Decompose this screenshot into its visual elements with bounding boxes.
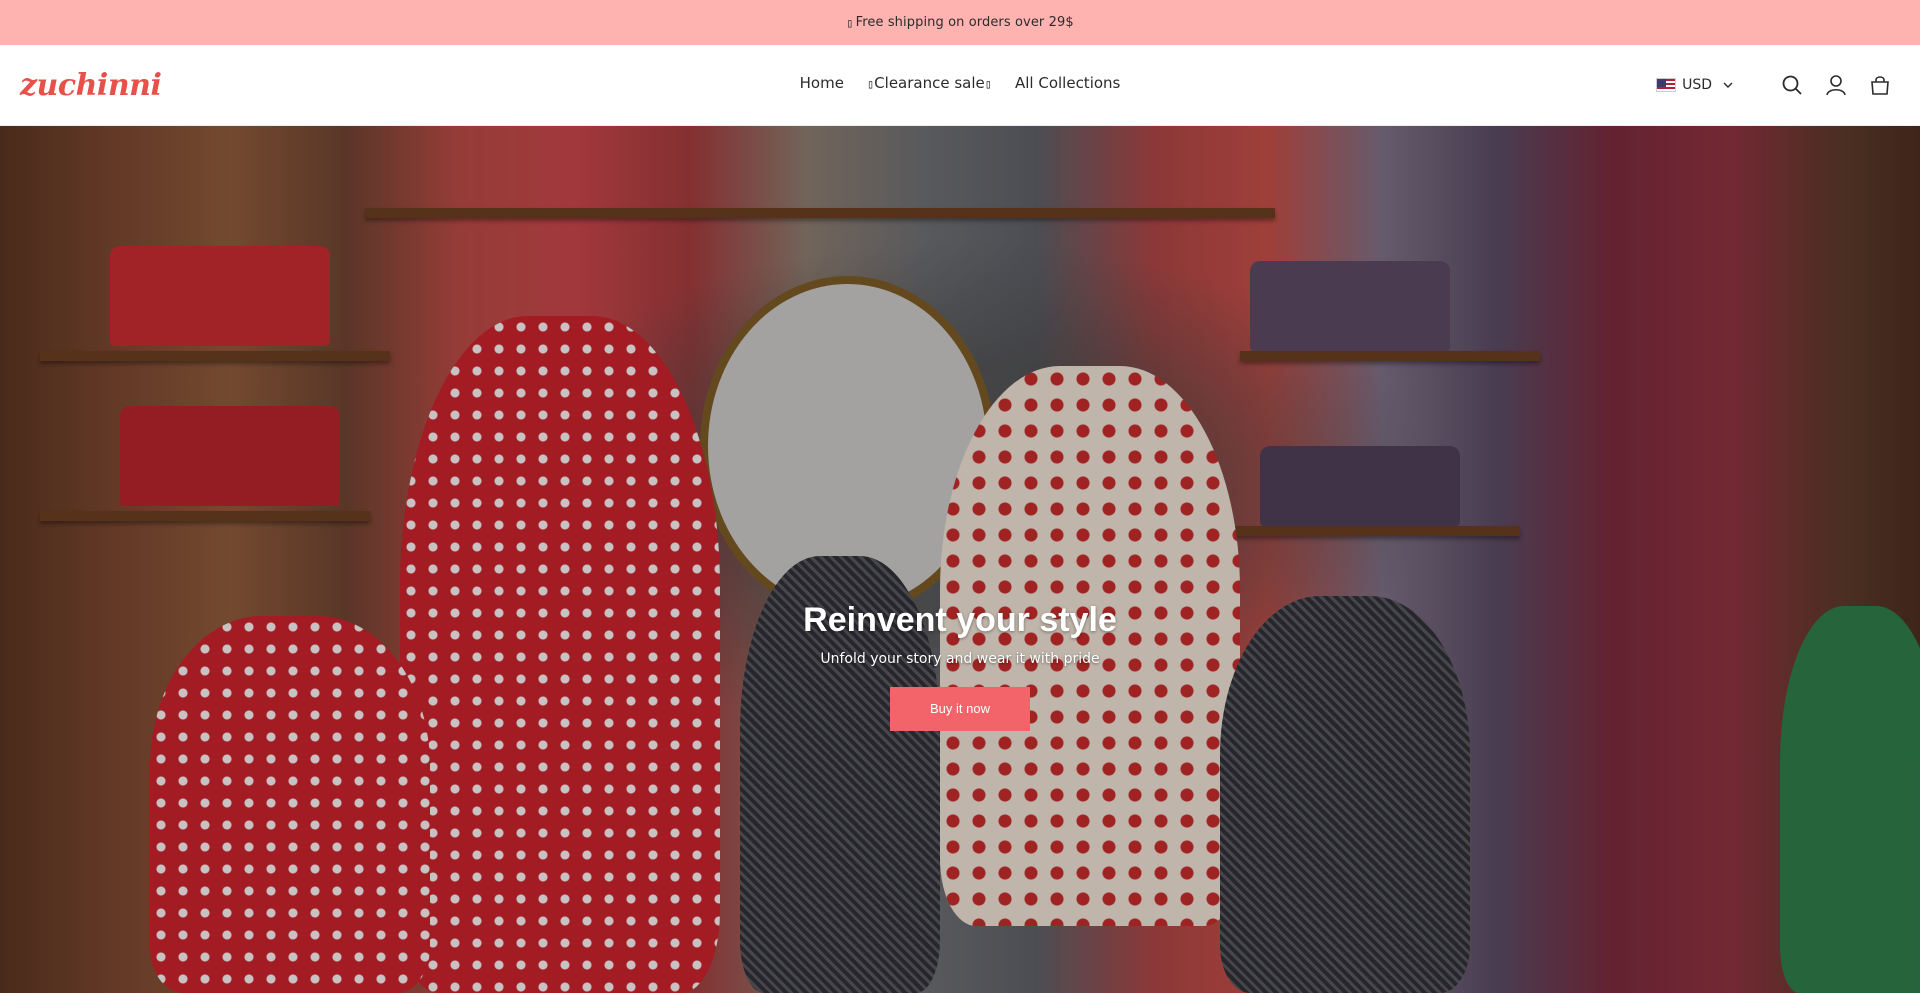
cart-button[interactable]: [1866, 71, 1894, 99]
hero-banner: Reinvent your style Unfold your story an…: [0, 126, 1920, 993]
header-actions: USD: [1656, 71, 1894, 99]
logo[interactable]: zuchinni: [20, 68, 162, 103]
nav-item-all-collections[interactable]: All Collections: [1015, 74, 1120, 92]
search-button[interactable]: [1778, 71, 1806, 99]
account-button[interactable]: [1822, 71, 1850, 99]
hero-subtitle: Unfold your story and wear it with pride: [820, 651, 1100, 667]
currency-label: USD: [1682, 77, 1712, 93]
chevron-down-icon: [1723, 82, 1733, 88]
main-nav: Home ▯Clearance sale▯ All Collections: [800, 74, 1121, 92]
currency-selector[interactable]: USD: [1656, 77, 1734, 93]
announcement-bar: ▯ Free shipping on orders over 29$: [0, 0, 1920, 45]
nav-item-clearance-sale[interactable]: ▯Clearance sale▯: [867, 74, 992, 92]
cart-icon: [1871, 76, 1889, 95]
nav-item-home[interactable]: Home: [800, 74, 844, 92]
hero-overlay: [0, 126, 1920, 993]
site-header: zuchinni Home ▯Clearance sale▯ All Colle…: [0, 45, 1920, 126]
hero-title: Reinvent your style: [803, 601, 1117, 639]
clearance-left-icon: ▯: [866, 77, 875, 91]
account-icon: [1826, 75, 1846, 96]
announcement-icon: ▯: [846, 15, 854, 30]
search-icon: [1782, 75, 1802, 95]
us-flag-icon: [1656, 78, 1677, 92]
announcement-text: Free shipping on orders over 29$: [855, 15, 1074, 30]
hero-content: Reinvent your style Unfold your story an…: [0, 601, 1920, 731]
clearance-right-icon: ▯: [984, 77, 992, 91]
nav-item-label: Clearance sale: [874, 74, 985, 92]
buy-it-now-button[interactable]: Buy it now: [890, 687, 1030, 731]
